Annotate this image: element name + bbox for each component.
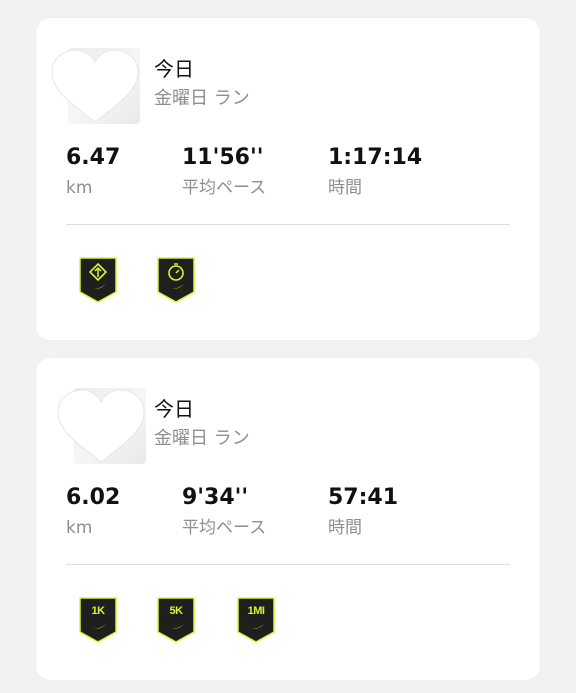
route-map-thumbnail bbox=[50, 48, 140, 124]
1mi-badge-icon bbox=[237, 597, 275, 643]
stat-value: 6.47 bbox=[66, 145, 121, 170]
stat-value: 6.02 bbox=[66, 485, 121, 510]
stat-label: km bbox=[66, 518, 93, 538]
longest-run-badge[interactable] bbox=[78, 256, 118, 304]
divider bbox=[66, 564, 510, 565]
badge-label: 1K bbox=[91, 605, 105, 617]
stat-label: 平均ペース bbox=[182, 178, 267, 198]
activity-card[interactable]: 今日 金曜日 ラン 6.47 km 11'56'' 平均ペース 1:17:14 … bbox=[36, 18, 540, 340]
5k-badge[interactable]: 5K bbox=[156, 596, 196, 644]
activity-card[interactable]: 今日 金曜日 ラン 6.02 km 9'34'' 平均ペース 57:41 時間 … bbox=[36, 358, 540, 680]
1mi-badge[interactable]: 1MI bbox=[236, 596, 276, 644]
5k-badge-icon bbox=[157, 597, 195, 643]
divider bbox=[66, 224, 510, 225]
badge-label: 5K bbox=[169, 605, 183, 617]
stat-duration: 1:17:14 時間 bbox=[328, 144, 422, 200]
stat-value: 11'56'' bbox=[182, 145, 264, 170]
stat-value: 1:17:14 bbox=[328, 145, 423, 170]
stat-label: km bbox=[66, 178, 93, 198]
activity-date: 今日 bbox=[154, 57, 194, 81]
stat-value: 9'34'' bbox=[182, 485, 249, 510]
stat-label: 平均ペース bbox=[182, 518, 267, 538]
stat-distance: 6.02 km bbox=[66, 484, 120, 540]
stat-pace: 11'56'' 平均ペース bbox=[182, 144, 266, 200]
route-map-thumbnail bbox=[56, 388, 146, 464]
stat-distance: 6.47 km bbox=[66, 144, 120, 200]
1k-badge-icon bbox=[79, 597, 117, 643]
stat-value: 57:41 bbox=[328, 485, 399, 510]
stat-label: 時間 bbox=[328, 178, 362, 198]
stat-duration: 57:41 時間 bbox=[328, 484, 398, 540]
stat-pace: 9'34'' 平均ペース bbox=[182, 484, 266, 540]
activity-name: 金曜日 ラン bbox=[154, 88, 250, 109]
stopwatch-badge[interactable] bbox=[156, 256, 196, 304]
activity-date: 今日 bbox=[154, 397, 194, 421]
1k-badge[interactable]: 1K bbox=[78, 596, 118, 644]
badge-label: 1MI bbox=[247, 605, 265, 617]
stat-label: 時間 bbox=[328, 518, 362, 538]
activity-name: 金曜日 ラン bbox=[154, 428, 250, 449]
